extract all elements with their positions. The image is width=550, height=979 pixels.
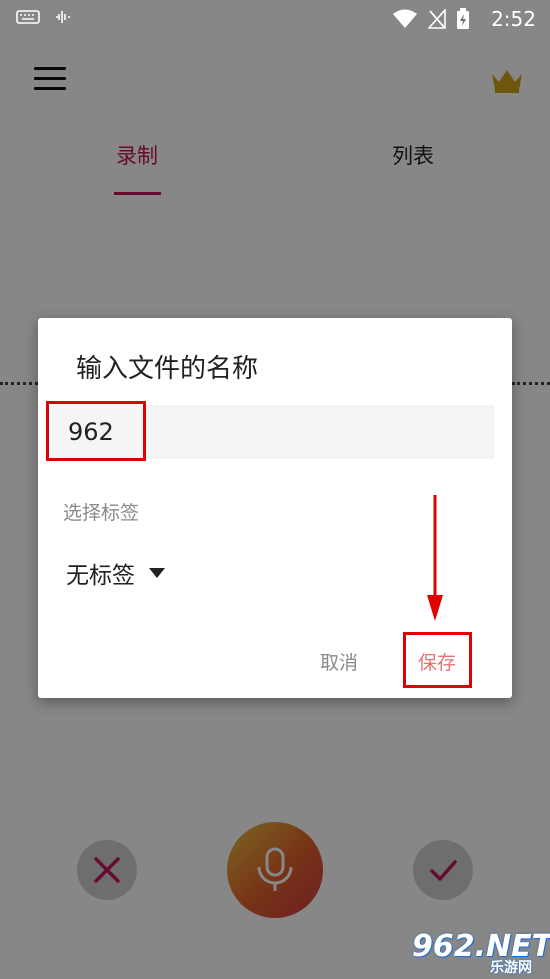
- cancel-button[interactable]: 取消: [320, 648, 358, 675]
- annotation-arrow-icon: [427, 495, 443, 621]
- annotation-highlight-save: [403, 632, 472, 688]
- tag-dropdown-value: 无标签: [66, 563, 135, 589]
- no-signal-icon: [428, 9, 446, 29]
- audio-wave-icon: [56, 11, 70, 23]
- tag-dropdown[interactable]: 无标签: [66, 556, 165, 590]
- keyboard-icon: [16, 10, 40, 24]
- dropdown-caret-icon: [149, 568, 165, 578]
- tag-label: 选择标签: [63, 502, 140, 524]
- battery-charging-icon: [457, 8, 469, 29]
- annotation-highlight-input: [46, 401, 146, 461]
- watermark-sub: 乐游网: [490, 960, 532, 976]
- wifi-icon: [393, 9, 417, 28]
- watermark-logo: 962.NET 乐游网: [412, 929, 550, 976]
- status-time: 2:52: [491, 7, 536, 31]
- status-bar: 2:52: [0, 0, 550, 38]
- dialog-title: 输入文件的名称: [76, 354, 259, 384]
